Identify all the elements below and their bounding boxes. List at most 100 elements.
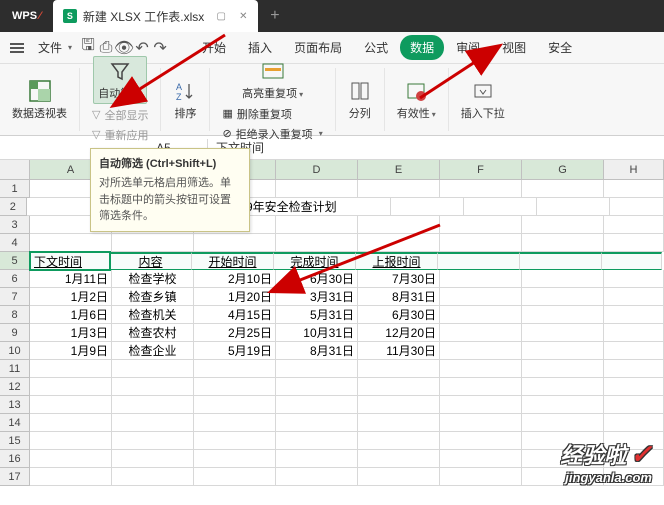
data-cell[interactable]: 1月9日 [30, 342, 112, 360]
col-header-g[interactable]: G [522, 160, 604, 179]
del-dup-icon: ▦ [222, 107, 232, 120]
data-cell[interactable]: 1月11日 [30, 270, 112, 288]
show-all-icon: ▽ [92, 108, 100, 121]
col-header-f[interactable]: F [440, 160, 522, 179]
data-cell[interactable]: 8月31日 [276, 342, 358, 360]
wps-logo: WPS⁄ [0, 10, 53, 22]
validity-button[interactable]: 有效性▾ [393, 77, 440, 123]
header-cell[interactable]: 上报时间 [356, 252, 438, 270]
check-icon: ✓ [630, 439, 652, 470]
formula-input[interactable]: 下文时间 [208, 137, 664, 158]
split-icon [348, 79, 372, 103]
data-cell[interactable]: 11月30日 [358, 342, 440, 360]
data-cell[interactable]: 10月31日 [276, 324, 358, 342]
print-icon[interactable]: ⎙ [98, 40, 114, 56]
hamburger-icon[interactable] [4, 39, 30, 57]
menu-start[interactable]: 开始 [192, 35, 236, 60]
auto-filter-button[interactable]: 自动筛选 [93, 56, 147, 104]
row-header[interactable]: 17 [0, 468, 30, 486]
data-cell[interactable]: 检查机关 [112, 306, 194, 324]
menu-security[interactable]: 安全 [538, 35, 582, 60]
row-header[interactable]: 8 [0, 306, 30, 324]
svg-text:Z: Z [176, 92, 182, 102]
data-cell[interactable]: 检查农村 [112, 324, 194, 342]
tooltip-title: 自动筛选 (Ctrl+Shift+L) [99, 155, 241, 171]
data-cell[interactable]: 8月31日 [358, 288, 440, 306]
tooltip-body: 对所选单元格启用筛选。单击标题中的箭头按钮可设置筛选条件。 [99, 175, 241, 225]
tab-close-icon[interactable]: ✕ [238, 11, 248, 21]
highlight-dup-button[interactable]: 高亮重复项▾ [238, 57, 307, 103]
pivot-button[interactable]: 数据透视表 [8, 77, 71, 123]
save-icon[interactable]: 🖫 [80, 40, 96, 56]
split-button[interactable]: 分列 [344, 77, 376, 123]
filter-icon [108, 59, 132, 83]
header-cell[interactable]: 完成时间 [274, 252, 356, 270]
title-bar: WPS⁄ S 新建 XLSX 工作表.xlsx ▢ ✕ + [0, 0, 664, 32]
data-cell[interactable]: 3月31日 [276, 288, 358, 306]
row-header[interactable]: 6 [0, 270, 30, 288]
ribbon: 数据透视表 自动筛选 ▽全部显示 ▽重新应用 AZ 排序 高亮重复项▾ ▦删除重… [0, 64, 664, 136]
data-cell[interactable]: 检查企业 [112, 342, 194, 360]
menu-review[interactable]: 审阅 [446, 35, 490, 60]
del-dup-button[interactable]: ▦删除重复项 [218, 105, 326, 123]
header-cell[interactable]: 开始时间 [192, 252, 274, 270]
tab-window-icon[interactable]: ▢ [216, 11, 226, 21]
row-header[interactable]: 14 [0, 414, 30, 432]
pivot-icon [28, 79, 52, 103]
row-header[interactable]: 11 [0, 360, 30, 378]
data-cell[interactable]: 7月30日 [358, 270, 440, 288]
row-header[interactable]: 16 [0, 450, 30, 468]
row-header[interactable]: 9 [0, 324, 30, 342]
undo-icon[interactable]: ↶ [134, 40, 150, 56]
row-header[interactable]: 4 [0, 234, 30, 252]
add-tab-button[interactable]: + [258, 7, 291, 25]
row-header[interactable]: 1 [0, 180, 30, 198]
preview-icon[interactable]: 👁 [116, 40, 132, 56]
row-header[interactable]: 5 [0, 252, 30, 270]
col-header-e[interactable]: E [358, 160, 440, 179]
sort-icon: AZ [173, 79, 197, 103]
validity-icon [404, 79, 428, 103]
highlight-dup-icon [261, 59, 285, 83]
data-cell[interactable]: 1月20日 [194, 288, 276, 306]
col-header-h[interactable]: H [604, 160, 664, 179]
data-cell[interactable]: 检查学校 [112, 270, 194, 288]
row-header[interactable]: 2 [0, 198, 27, 216]
row-header[interactable]: 7 [0, 288, 30, 306]
file-menu[interactable]: 文件▾ [32, 35, 78, 60]
show-all-button[interactable]: ▽全部显示 [88, 106, 152, 124]
dropdown-icon [471, 79, 495, 103]
data-cell[interactable]: 2月10日 [194, 270, 276, 288]
xlsx-icon: S [63, 9, 77, 23]
data-cell[interactable]: 1月2日 [30, 288, 112, 306]
data-cell[interactable]: 检查乡镇 [112, 288, 194, 306]
svg-text:A: A [176, 82, 182, 92]
col-header-d[interactable]: D [276, 160, 358, 179]
data-cell[interactable]: 4月15日 [194, 306, 276, 324]
row-header[interactable]: 15 [0, 432, 30, 450]
data-cell[interactable]: 6月30日 [358, 306, 440, 324]
tooltip: 自动筛选 (Ctrl+Shift+L) 对所选单元格启用筛选。单击标题中的箭头按… [90, 148, 250, 232]
document-tab[interactable]: S 新建 XLSX 工作表.xlsx ▢ ✕ [53, 0, 258, 32]
data-cell[interactable]: 5月31日 [276, 306, 358, 324]
row-header[interactable]: 13 [0, 396, 30, 414]
row-header[interactable]: 10 [0, 342, 30, 360]
data-cell[interactable]: 6月30日 [276, 270, 358, 288]
redo-icon[interactable]: ↷ [152, 40, 168, 56]
sort-button[interactable]: AZ 排序 [169, 77, 201, 123]
row-header[interactable]: 3 [0, 216, 30, 234]
select-all-corner[interactable] [0, 160, 30, 179]
data-cell[interactable]: 12月20日 [358, 324, 440, 342]
header-cell[interactable]: 内容 [110, 252, 192, 270]
data-cell[interactable]: 1月3日 [30, 324, 112, 342]
menu-data[interactable]: 数据 [400, 35, 444, 60]
header-cell[interactable]: 下文时间 [29, 251, 111, 271]
data-cell[interactable]: 1月6日 [30, 306, 112, 324]
watermark: 经验啦✓ jingyanla.com [560, 438, 652, 485]
insert-dropdown-button[interactable]: 插入下拉 [457, 77, 509, 123]
menu-formula[interactable]: 公式 [354, 35, 398, 60]
row-header[interactable]: 12 [0, 378, 30, 396]
menu-view[interactable]: 视图 [492, 35, 536, 60]
data-cell[interactable]: 5月19日 [194, 342, 276, 360]
data-cell[interactable]: 2月25日 [194, 324, 276, 342]
